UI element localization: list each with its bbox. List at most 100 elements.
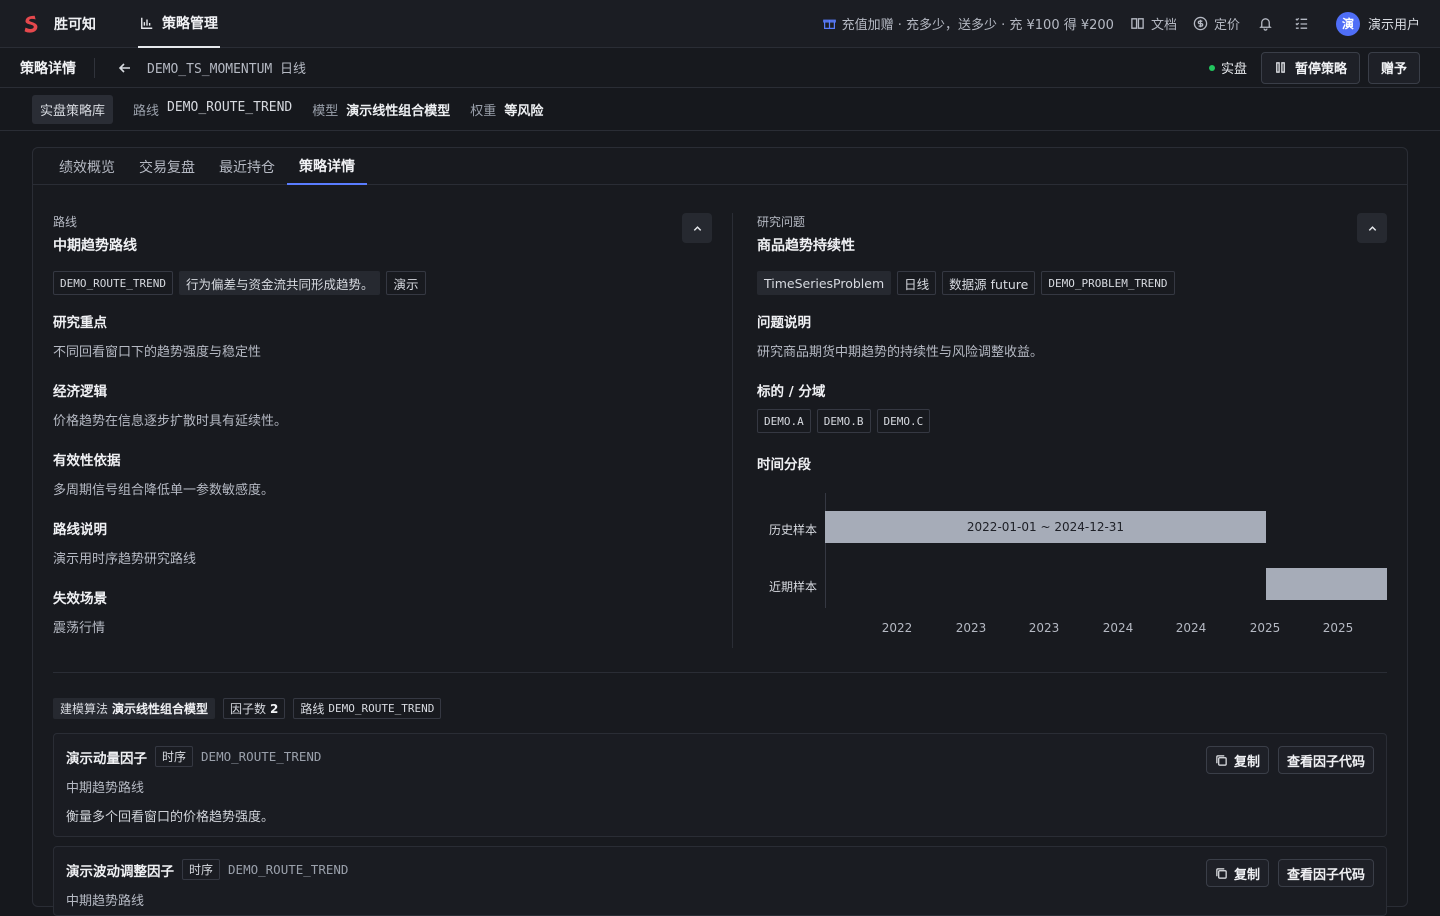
logo[interactable]: 胜可知 xyxy=(20,13,138,35)
weight-meta: 权重 等风险 xyxy=(470,100,543,119)
section-problem-description: 问题说明 研究商品期货中期趋势的持续性与风险调整收益。 xyxy=(757,311,1387,360)
algo-key: 建模算法 xyxy=(60,702,109,716)
algo-tag: 建模算法 演示线性组合模型 xyxy=(53,698,216,719)
section-heading: 研究重点 xyxy=(53,315,107,331)
bar-chart-icon xyxy=(141,17,153,29)
factor-card: 演示波动调整因子 时序 DEMO_ROUTE_TREND 中期趋势路线 复制 查… xyxy=(53,846,1387,916)
problem-title: 商品趋势持续性 xyxy=(757,238,855,254)
status-badge: 实盘 xyxy=(1208,58,1247,77)
factor-count-key: 因子数 xyxy=(230,702,267,716)
bell-icon xyxy=(1259,18,1273,31)
section-text: 不同回看窗口下的趋势强度与稳定性 xyxy=(53,345,262,360)
factor-route: DEMO_ROUTE_TREND xyxy=(228,862,349,877)
problem-tags: TimeSeriesProblem 日线 数据源 future DEMO_PRO… xyxy=(757,271,1387,295)
status-dot xyxy=(1208,64,1215,71)
library-tag[interactable]: 实盘策略库 xyxy=(32,94,114,124)
detail-columns: 路线 中期趋势路线 DEMO_ROUTE_TREND 行为偏差与资金流共同形成趋… xyxy=(53,213,1387,648)
strategy-id: DEMO_TS_MOMENTUM 日线 xyxy=(147,62,307,77)
route-key: 路线 xyxy=(133,103,160,119)
timeline-row-label: 近期样本 xyxy=(769,580,818,594)
model-route-value: DEMO_ROUTE_TREND xyxy=(328,702,435,715)
status-label: 实盘 xyxy=(1220,62,1247,77)
nav-tab-label: 策略管理 xyxy=(162,15,218,32)
user-menu[interactable]: 演 演示用户 xyxy=(1335,11,1420,36)
section-heading: 经济逻辑 xyxy=(53,384,107,400)
route-tag: 行为偏差与资金流共同形成趋势。 xyxy=(178,271,381,295)
app-name: 胜可知 xyxy=(54,16,96,33)
factor-route-name: 中期趋势路线 xyxy=(66,781,145,796)
section-validity-basis: 有效性依据 多周期信号组合降低单一参数敏感度。 xyxy=(53,449,712,498)
pricing-link[interactable]: 定价 xyxy=(1193,14,1240,33)
symbol-tag: DEMO.A xyxy=(757,409,811,433)
timeline-bar-recent[interactable] xyxy=(1266,568,1387,600)
copy-icon xyxy=(1216,867,1227,879)
detail-tabs: 绩效概览 交易复盘 最近持仓 策略详情 xyxy=(33,148,1407,185)
weight-value: 等风险 xyxy=(504,103,544,119)
user-name: 演示用户 xyxy=(1367,18,1420,33)
route-meta: 路线 DEMO_ROUTE_TREND xyxy=(133,100,292,119)
section-divider xyxy=(53,672,1387,673)
pause-strategy-button[interactable]: 暂停策略 xyxy=(1260,51,1360,84)
task-list-button[interactable] xyxy=(1292,14,1312,34)
copy-icon xyxy=(1216,754,1227,766)
timeline-bar-history[interactable]: 2022-01-01 ~ 2024-12-31 xyxy=(825,511,1266,543)
section-symbols: 标的 / 分域 DEMO.A DEMO.B DEMO.C xyxy=(757,380,1387,433)
nav-tab-strategy-management[interactable]: 策略管理 xyxy=(138,0,220,48)
gift-label: 赠予 xyxy=(1380,62,1407,77)
top-navbar: 胜可知 策略管理 充值加赠 · 充多少，送多少 · 充 ¥100 得 ¥200 … xyxy=(0,0,1440,48)
route-panel: 路线 中期趋势路线 DEMO_ROUTE_TREND 行为偏差与资金流共同形成趋… xyxy=(53,213,733,648)
collapse-route-button[interactable] xyxy=(682,213,712,243)
model-summary-tags: 建模算法 演示线性组合模型 因子数 2 路线 DEMO_ROUTE_TREND xyxy=(53,698,442,719)
copy-factor-button[interactable]: 复制 xyxy=(1205,746,1269,774)
promo-text: 充值加赠 · 充多少，送多少 · 充 ¥100 得 ¥200 xyxy=(841,18,1114,33)
model-meta: 模型 演示线性组合模型 xyxy=(312,100,450,119)
gift-button[interactable]: 赠予 xyxy=(1367,51,1420,84)
tab-strategy-details[interactable]: 策略详情 xyxy=(287,148,367,185)
section-heading: 有效性依据 xyxy=(53,453,121,469)
weight-key: 权重 xyxy=(470,103,497,119)
tab-performance[interactable]: 绩效概览 xyxy=(47,148,127,185)
problem-tag: 日线 xyxy=(897,271,937,295)
view-factor-code-button[interactable]: 查看因子代码 xyxy=(1277,746,1374,774)
section-time-segments: 时间分段 历史样本 近期样本 2022-01-01 ~ 2024-12-31 2… xyxy=(757,453,1387,643)
factor-description: 衡量多个回看窗口的价格趋势强度。 xyxy=(66,810,275,825)
timeline-tick: 2023 xyxy=(1028,621,1060,635)
section-heading: 问题说明 xyxy=(757,315,811,331)
docs-link[interactable]: 文档 xyxy=(1130,14,1177,33)
strategy-detail-card: 绩效概览 交易复盘 最近持仓 策略详情 路线 中期趋势路线 DEMO_ROUTE… xyxy=(32,147,1408,916)
route-title: 中期趋势路线 xyxy=(53,238,137,254)
section-research-focus: 研究重点 不同回看窗口下的趋势强度与稳定性 xyxy=(53,311,712,360)
problem-tag: DEMO_PROBLEM_TREND xyxy=(1041,271,1175,295)
factor-actions: 复制 查看因子代码 xyxy=(1205,746,1374,774)
factor-count-tag: 因子数 2 xyxy=(223,698,286,719)
route-tag: DEMO_ROUTE_TREND xyxy=(53,271,173,295)
collapse-problem-button[interactable] xyxy=(1357,213,1387,243)
tab-recent-positions[interactable]: 最近持仓 xyxy=(207,148,287,185)
timeline-tick: 2024 xyxy=(1175,621,1207,635)
problem-tag: TimeSeriesProblem xyxy=(757,271,892,295)
section-text: 多周期信号组合降低单一参数敏感度。 xyxy=(53,483,275,498)
factor-count-value: 2 xyxy=(270,701,279,716)
strategy-subheader: 策略详情 DEMO_TS_MOMENTUM 日线 实盘 暂停策略 赠予 xyxy=(0,48,1440,88)
gift-icon xyxy=(822,19,836,29)
page-title: 策略详情 xyxy=(20,57,95,78)
copy-factor-button[interactable]: 复制 xyxy=(1205,859,1269,887)
route-label: 路线 xyxy=(53,215,78,229)
promo-link[interactable]: 充值加赠 · 充多少，送多少 · 充 ¥100 得 ¥200 xyxy=(822,14,1114,33)
arrow-left-icon[interactable] xyxy=(117,60,133,76)
timeline-tick: 2024 xyxy=(1102,621,1134,635)
algo-value: 演示线性组合模型 xyxy=(112,702,209,716)
book-icon xyxy=(1131,18,1144,29)
copy-label: 复制 xyxy=(1233,754,1260,770)
view-code-label: 查看因子代码 xyxy=(1286,754,1365,770)
time-segment-chart: 历史样本 近期样本 2022-01-01 ~ 2024-12-31 2022 2… xyxy=(757,493,1387,643)
factor-type-tag: 时序 xyxy=(182,859,221,880)
notifications-button[interactable] xyxy=(1256,14,1276,34)
timeline-tick: 2022 xyxy=(881,621,913,635)
factor-actions: 复制 查看因子代码 xyxy=(1205,859,1374,887)
factor-card: 演示动量因子 时序 DEMO_ROUTE_TREND 中期趋势路线 衡量多个回看… xyxy=(53,733,1387,837)
symbol-tags: DEMO.A DEMO.B DEMO.C xyxy=(757,409,1387,433)
problem-label: 研究问题 xyxy=(757,215,806,229)
view-factor-code-button[interactable]: 查看因子代码 xyxy=(1277,859,1374,887)
tab-trade-review[interactable]: 交易复盘 xyxy=(127,148,207,185)
